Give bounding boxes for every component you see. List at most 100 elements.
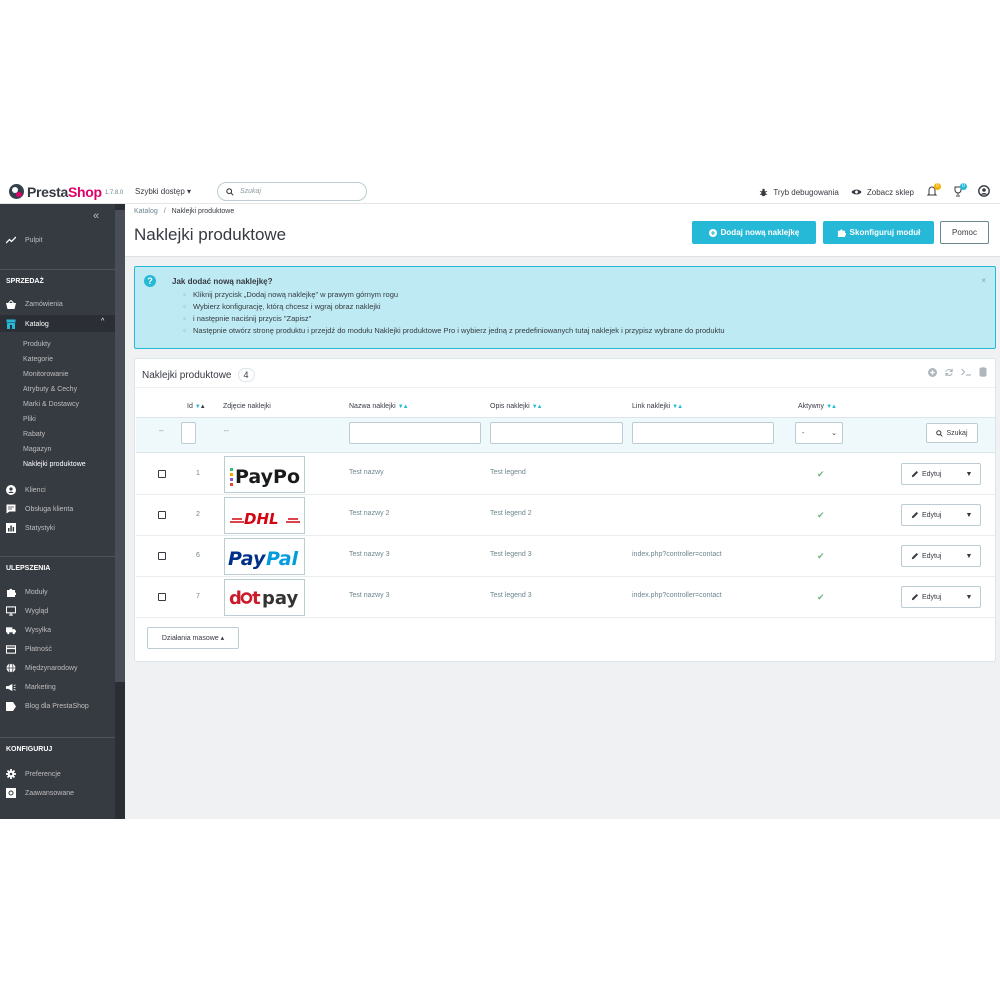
filter-desc-input[interactable] [490, 422, 623, 444]
close-alert-icon[interactable]: × [981, 276, 986, 285]
customers-notification[interactable]: 0 [952, 183, 967, 199]
sort-icon[interactable]: ▼▲ [826, 404, 837, 410]
sidebar-item-customers[interactable]: Klienci [6, 485, 46, 495]
edit-button[interactable]: Edytuj ▼ [901, 586, 981, 608]
sort-icon[interactable]: ▼▲ [398, 404, 409, 410]
caret-down-icon[interactable]: ▼ [958, 553, 980, 560]
sidebar-subitem-files[interactable]: Pliki [23, 416, 36, 423]
column-header-desc[interactable]: Opis naklejki ▼▲ [490, 403, 543, 410]
column-header-name[interactable]: Nazwa naklejki ▼▲ [349, 403, 409, 410]
sidebar-item-international[interactable]: Międzynarodowy [6, 663, 78, 673]
row-checkbox[interactable] [158, 470, 166, 478]
filter-id-input[interactable] [181, 422, 196, 444]
sidebar-divider [0, 269, 115, 270]
edit-button[interactable]: Edytuj ▼ [901, 545, 981, 567]
caret-down-icon[interactable]: ▼ [958, 594, 980, 601]
globe-icon [6, 663, 16, 673]
search-placeholder: Szukaj [240, 188, 262, 195]
quick-access-dropdown[interactable]: Szybki dostęp ▾ [135, 187, 217, 196]
account-menu[interactable] [978, 185, 992, 199]
edit-label: Edytuj [922, 470, 942, 478]
sidebar-item-customer-service[interactable]: Obsługa klienta [6, 504, 73, 514]
sidebar-item-dashboard[interactable]: Pulpit [6, 235, 43, 245]
sidebar-item-shipping[interactable]: Wysyłka [6, 625, 51, 635]
edit-button[interactable]: Edytuj ▼ [901, 504, 981, 526]
active-check-icon[interactable]: ✔ [817, 469, 825, 480]
logo-text-suffix: Shop [68, 183, 102, 200]
sort-icon[interactable]: ▼▲ [532, 404, 543, 410]
sidebar-item-design[interactable]: Wygląd [6, 606, 48, 616]
sort-icon[interactable]: ▼▲ [672, 404, 683, 410]
sidebar-item-marketing[interactable]: Marketing [6, 682, 56, 692]
sticker-image-paypal: Pay Pal [224, 538, 305, 575]
help-button[interactable]: Pomoc [940, 221, 989, 244]
sidebar-item-stats[interactable]: Statystyki [6, 523, 55, 533]
sidebar-subitem-discounts[interactable]: Rabaty [23, 431, 45, 438]
column-header-active[interactable]: Aktywny ▼▲ [798, 403, 837, 410]
active-check-icon[interactable]: ✔ [817, 551, 825, 562]
sidebar-item-blog[interactable]: Blog dla PrestaShop [6, 701, 89, 711]
sidebar-subitem-attributes[interactable]: Atrybuty & Cechy [23, 386, 77, 393]
sidebar-subitem-stock[interactable]: Magazyn [23, 446, 51, 453]
filter-link-input[interactable] [632, 422, 774, 444]
sidebar-subitem-categories[interactable]: Kategorie [23, 356, 53, 363]
cell-desc: Test legend 3 [490, 592, 532, 599]
row-checkbox[interactable] [158, 511, 166, 519]
logo-text-prefix: Presta [27, 183, 69, 200]
bulk-actions-button[interactable]: Działania masowe ▴ [147, 627, 239, 649]
search-icon [226, 187, 234, 196]
alert-step: Następnie otwórz stronę produktu i przej… [183, 325, 725, 337]
refresh-icon[interactable] [944, 368, 954, 379]
filter-search-button[interactable]: Szukaj [926, 423, 978, 443]
sidebar-subitem-product-stickers[interactable]: Naklejki produktowe [23, 461, 86, 468]
alert-steps-list: Kliknij przycisk „Dodaj nową naklejkę” w… [183, 289, 725, 337]
configure-module-button[interactable]: Skonfiguruj moduł [823, 221, 934, 244]
sidebar-item-orders[interactable]: Zamówienia [6, 299, 63, 309]
column-header-link[interactable]: Link naklejki ▼▲ [632, 403, 683, 410]
filter-active-value: - [802, 430, 805, 437]
sidebar-item-modules[interactable]: Moduły [6, 587, 48, 597]
active-check-icon[interactable]: ✔ [817, 510, 825, 521]
sidebar-subitem-brands[interactable]: Marki & Dostawcy [23, 401, 79, 408]
sidebar-item-advanced[interactable]: Zaawansowane [6, 788, 74, 798]
orders-notification-count: 0 [934, 183, 941, 190]
filter-name-input[interactable] [349, 422, 481, 444]
add-circle-icon[interactable] [928, 367, 937, 379]
terminal-icon[interactable] [961, 368, 972, 378]
search-input[interactable]: Szukaj [217, 182, 367, 201]
active-check-icon[interactable]: ✔ [817, 592, 825, 603]
chevron-down-icon: ⌄ [831, 430, 837, 437]
database-icon[interactable] [979, 367, 987, 379]
sidebar-subitem-products[interactable]: Produkty [23, 341, 51, 348]
prestashop-logo[interactable]: PrestaShop 1.7.8.0 [0, 184, 133, 200]
sidebar-scrollbar[interactable] [115, 204, 125, 819]
info-alert: ? Jak dodać nową naklejkę? Kliknij przyc… [134, 266, 996, 349]
sidebar-item-payment[interactable]: Płatność [6, 644, 52, 654]
sidebar-scrollbar-thumb[interactable] [115, 210, 125, 682]
panel-tools [921, 367, 987, 379]
edit-label: Edytuj [922, 552, 942, 560]
edit-button[interactable]: Edytuj ▼ [901, 463, 981, 485]
view-shop-link[interactable]: Zobacz sklep [851, 188, 914, 197]
panel-header: Naklejki produktowe 4 [135, 359, 995, 388]
column-header-id[interactable]: Id ▼▲ [187, 403, 206, 410]
caret-down-icon[interactable]: ▼ [958, 512, 980, 519]
breadcrumb-parent-link[interactable]: Katalog [134, 208, 158, 215]
filter-active-select[interactable]: - ⌄ [795, 422, 843, 444]
add-sticker-button[interactable]: Dodaj nową naklejkę [692, 221, 816, 244]
sidebar-item-preferences[interactable]: Preferencje [6, 769, 61, 779]
sidebar-subitem-monitoring[interactable]: Monitorowanie [23, 371, 69, 378]
filter-search-label: Szukaj [946, 429, 968, 437]
orders-notification[interactable]: 0 [926, 183, 941, 199]
account-circle-icon [6, 485, 16, 495]
caret-down-icon[interactable]: ▼ [958, 471, 980, 478]
collapse-sidebar-icon[interactable]: « [93, 210, 99, 222]
sidebar-item-catalog[interactable]: Katalog [6, 319, 49, 329]
sort-icon[interactable]: ▼▲ [195, 404, 206, 410]
row-checkbox[interactable] [158, 552, 166, 560]
debug-mode-link[interactable]: Tryb debugowania [759, 188, 839, 197]
sidebar-item-label: Wysyłka [25, 626, 51, 634]
sidebar: « Pulpit SPRZEDAŻ Zamówienia Katalog ^ P… [0, 204, 125, 819]
sidebar-item-label: Obsługa klienta [25, 505, 74, 513]
row-checkbox[interactable] [158, 593, 166, 601]
